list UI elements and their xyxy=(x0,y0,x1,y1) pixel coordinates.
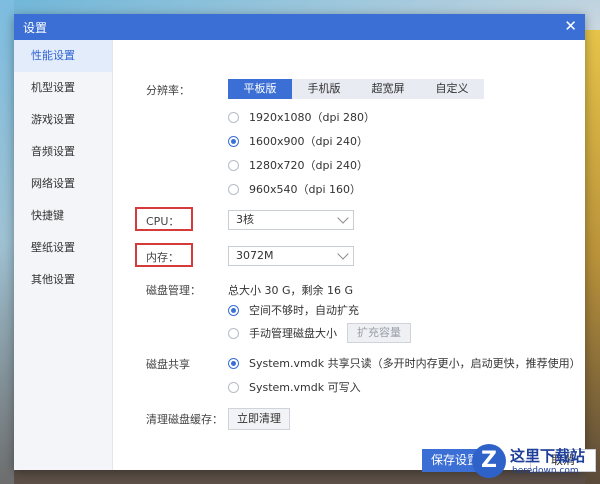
chevron-down-icon xyxy=(337,248,349,260)
watermark: Z 这里下载站 heredown.com xyxy=(470,438,600,484)
resolution-option-960[interactable]: 960x540（dpi 160） xyxy=(228,181,361,197)
settings-content: 分辨率： 平板版 手机版 超宽屏 自定义 1920x1080（dpi 280） … xyxy=(113,40,596,472)
resolution-option-1600[interactable]: 1600x900（dpi 240） xyxy=(228,133,368,149)
resolution-option-label: 1920x1080（dpi 280） xyxy=(249,111,376,124)
background-left-edge xyxy=(0,0,14,484)
radio-icon[interactable] xyxy=(228,183,239,195)
sidebar-item-device-model[interactable]: 机型设置 xyxy=(14,72,112,104)
chevron-down-icon xyxy=(337,212,349,224)
radio-icon[interactable] xyxy=(228,381,239,393)
radio-icon[interactable] xyxy=(228,159,239,171)
radio-selected-icon[interactable] xyxy=(228,135,239,147)
sidebar-item-other[interactable]: 其他设置 xyxy=(14,264,112,296)
title-bar: 设置 ✕ xyxy=(14,14,585,40)
disk-manual-option[interactable]: 手动管理磁盘大小 xyxy=(228,325,337,341)
disk-option-label: 手动管理磁盘大小 xyxy=(249,327,337,340)
tab-custom[interactable]: 自定义 xyxy=(420,79,484,99)
disk-share-writable-option[interactable]: System.vmdk 可写入 xyxy=(228,379,361,395)
sidebar-item-game[interactable]: 游戏设置 xyxy=(14,104,112,136)
watermark-text: 这里下载站 xyxy=(510,447,586,465)
disk-share-label: 磁盘共享 xyxy=(146,358,190,371)
sidebar-item-audio[interactable]: 音频设置 xyxy=(14,136,112,168)
tab-tablet[interactable]: 平板版 xyxy=(228,79,292,99)
radio-icon[interactable] xyxy=(228,327,239,339)
background-right-edge xyxy=(585,30,600,484)
sidebar-item-network[interactable]: 网络设置 xyxy=(14,168,112,200)
close-icon[interactable]: ✕ xyxy=(564,17,577,35)
resolution-mode-tabs: 平板版 手机版 超宽屏 自定义 xyxy=(228,79,484,99)
watermark-url: heredown.com xyxy=(512,466,579,476)
disk-share-option-label: System.vmdk 共享只读（多开时内存更小，启动更快，推荐使用） xyxy=(249,357,581,370)
memory-label: 内存： xyxy=(146,251,179,264)
resolution-option-label: 1280x720（dpi 240） xyxy=(249,159,369,172)
radio-selected-icon[interactable] xyxy=(228,357,239,369)
tab-phone[interactable]: 手机版 xyxy=(292,79,356,99)
dialog-title: 设置 xyxy=(23,21,48,35)
clear-cache-label: 清理磁盘缓存： xyxy=(146,413,223,426)
disk-management-label: 磁盘管理： xyxy=(146,284,201,297)
resolution-option-label: 1600x900（dpi 240） xyxy=(249,135,369,148)
disk-share-readonly-option[interactable]: System.vmdk 共享只读（多开时内存更小，启动更快，推荐使用） xyxy=(228,355,581,371)
tab-ultrawide[interactable]: 超宽屏 xyxy=(356,79,420,99)
sidebar-item-shortcuts[interactable]: 快捷键 xyxy=(14,200,112,232)
disk-option-label: 空间不够时，自动扩充 xyxy=(249,304,359,317)
radio-selected-icon[interactable] xyxy=(228,304,239,316)
resolution-option-1920[interactable]: 1920x1080（dpi 280） xyxy=(228,109,375,125)
memory-value: 3072M xyxy=(236,249,274,262)
site-logo-icon: Z xyxy=(472,444,506,478)
cpu-select[interactable]: 3核 xyxy=(228,210,354,230)
memory-select[interactable]: 3072M xyxy=(228,246,354,266)
resolution-option-label: 960x540（dpi 160） xyxy=(249,183,362,196)
resolution-label: 分辨率： xyxy=(146,84,190,97)
expand-capacity-button[interactable]: 扩充容量 xyxy=(347,323,411,343)
sidebar-item-wallpaper[interactable]: 壁纸设置 xyxy=(14,232,112,264)
disk-summary: 总大小 30 G，剩余 16 G xyxy=(228,284,354,297)
settings-sidebar: 性能设置 机型设置 游戏设置 音频设置 网络设置 快捷键 壁纸设置 其他设置 xyxy=(14,40,113,470)
cpu-value: 3核 xyxy=(236,213,254,226)
radio-icon[interactable] xyxy=(228,111,239,123)
disk-auto-expand-option[interactable]: 空间不够时，自动扩充 xyxy=(228,302,359,318)
cpu-label: CPU： xyxy=(146,215,180,228)
resolution-option-1280[interactable]: 1280x720（dpi 240） xyxy=(228,157,368,173)
disk-share-option-label: System.vmdk 可写入 xyxy=(249,381,361,394)
clear-now-button[interactable]: 立即清理 xyxy=(228,408,290,430)
settings-dialog: 设置 ✕ 性能设置 机型设置 游戏设置 音频设置 网络设置 快捷键 壁纸设置 其… xyxy=(14,14,596,472)
sidebar-item-performance[interactable]: 性能设置 xyxy=(14,40,112,72)
